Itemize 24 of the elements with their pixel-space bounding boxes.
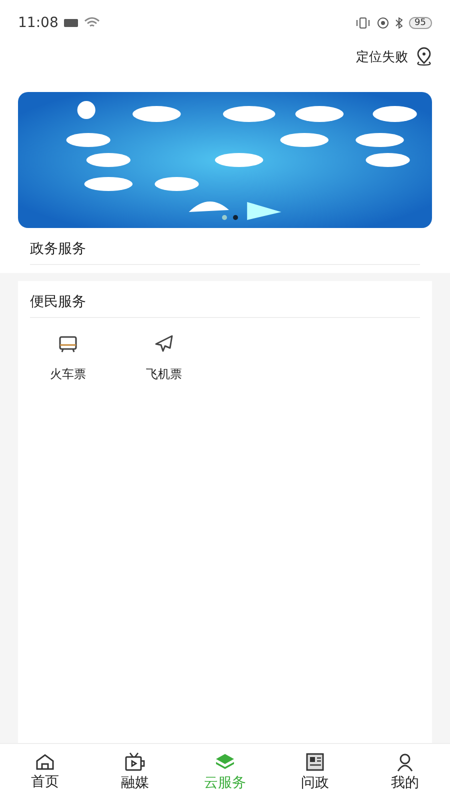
bluetooth-icon [394, 17, 403, 29]
carousel-dot[interactable] [233, 215, 238, 220]
newspaper-icon [305, 752, 325, 772]
carousel-dot[interactable] [222, 215, 227, 220]
user-icon [395, 752, 415, 772]
train-icon [58, 334, 78, 354]
status-time: 11:08 [18, 15, 58, 31]
wifi-icon [84, 17, 100, 29]
location-status[interactable]: 定位失败 [356, 48, 408, 66]
home-icon [35, 753, 55, 771]
section-title: 便民服务 [30, 285, 420, 318]
section-title: 政务服务 [30, 232, 420, 265]
layers-icon [214, 752, 236, 772]
tab[interactable]: 我的 [360, 744, 450, 800]
vibrate-icon [354, 17, 371, 29]
tab[interactable]: 融媒 [90, 744, 180, 800]
notification-icon [64, 18, 78, 28]
tab[interactable]: 首页 [0, 744, 90, 800]
service-item[interactable]: 飞机票 [136, 334, 192, 383]
service-item[interactable]: 火车票 [40, 334, 96, 383]
tv-icon [124, 752, 146, 772]
tab[interactable]: 问政 [270, 744, 360, 800]
plane-icon [153, 334, 175, 354]
battery-level: 95 [408, 17, 432, 29]
